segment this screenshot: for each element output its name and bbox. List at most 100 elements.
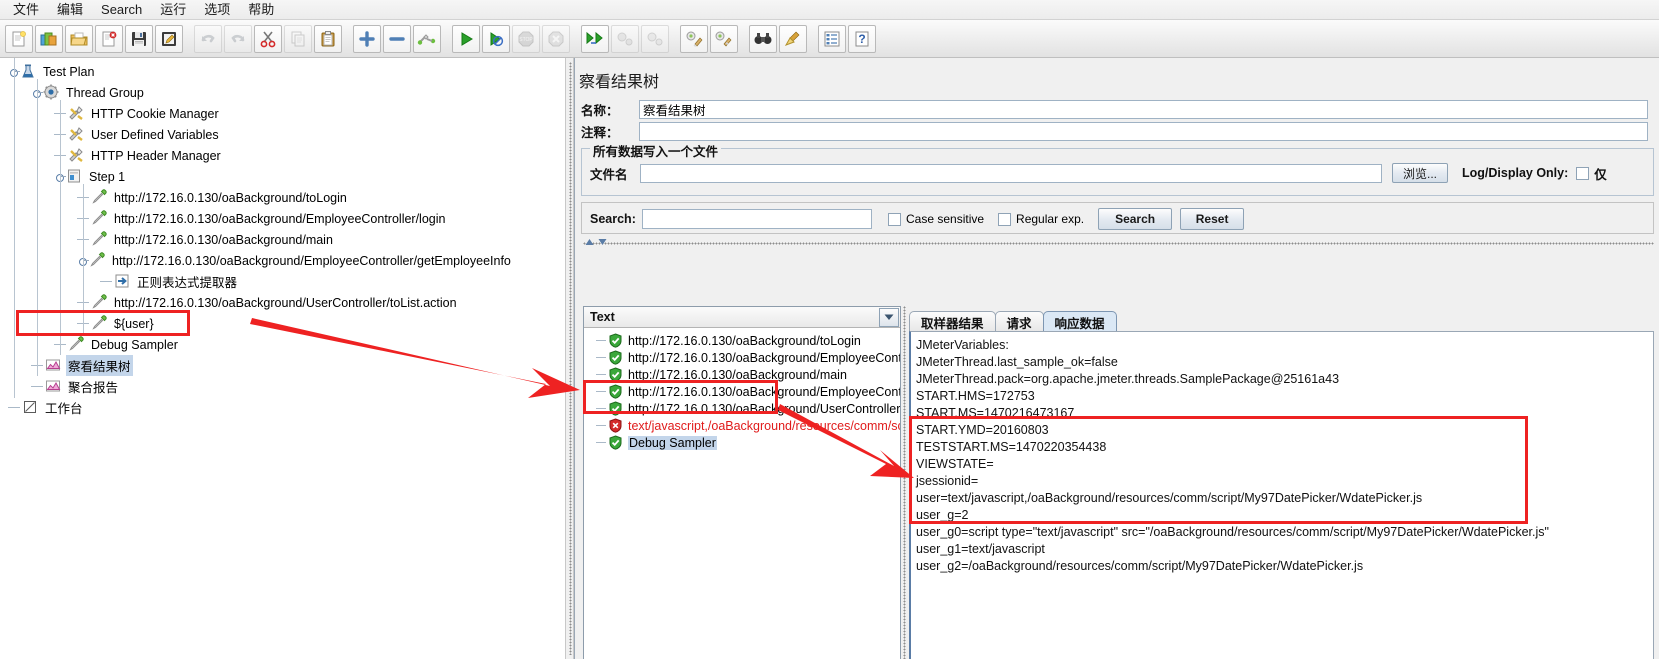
- stop-icon[interactable]: STOP: [512, 24, 540, 53]
- tree-expand-handle-icon[interactable]: [54, 172, 66, 182]
- browse-button[interactable]: 浏览...: [1392, 163, 1448, 183]
- shutdown-icon[interactable]: [542, 24, 570, 53]
- menu-search[interactable]: Search: [92, 1, 151, 19]
- tree-node[interactable]: 工作台: [0, 397, 565, 418]
- tree-node[interactable]: 聚合报告: [0, 376, 565, 397]
- tree-node[interactable]: User Defined Variables: [0, 124, 565, 145]
- result-row[interactable]: http://172.16.0.130/oaBackground/main: [584, 366, 900, 383]
- results-list-panel[interactable]: Text http://172.16.0.130/oaBackground/to…: [583, 306, 901, 659]
- results-list[interactable]: http://172.16.0.130/oaBackground/toLogin…: [584, 328, 900, 451]
- remote-shutdown-all-icon[interactable]: [641, 24, 669, 53]
- splitter-collapse-arrows[interactable]: [584, 238, 608, 246]
- errors-only-checkbox[interactable]: [1576, 166, 1590, 180]
- result-row-label: http://172.16.0.130/oaBackground/Employe…: [628, 384, 901, 399]
- config-element-icon: [68, 105, 85, 122]
- result-row-label: text/javascript,/oaBackground/resources/…: [628, 418, 900, 433]
- tree-node[interactable]: Step 1: [0, 166, 565, 187]
- toggle-icon[interactable]: [413, 24, 441, 53]
- copy-icon[interactable]: [284, 24, 312, 53]
- save-as-icon[interactable]: [155, 24, 183, 53]
- menu-help[interactable]: 帮助: [239, 1, 283, 19]
- main-vertical-splitter[interactable]: [565, 58, 574, 659]
- results-horizontal-splitter[interactable]: [583, 242, 1654, 245]
- undo-icon[interactable]: [194, 24, 222, 53]
- success-shield-icon: [608, 401, 623, 416]
- regular-exp-label: Regular exp.: [1016, 212, 1085, 226]
- result-row[interactable]: text/javascript,/oaBackground/resources/…: [584, 417, 900, 434]
- tree-node[interactable]: HTTP Cookie Manager: [0, 103, 565, 124]
- result-row[interactable]: http://172.16.0.130/oaBackground/Employe…: [584, 349, 900, 366]
- chevron-down-icon[interactable]: [879, 307, 899, 327]
- tree-node[interactable]: Test Plan: [0, 61, 565, 82]
- case-sensitive-checkbox[interactable]: [888, 212, 901, 226]
- write-all-data-to-file-label: 所有数据写入一个文件: [590, 141, 722, 160]
- error-shield-icon: [608, 418, 623, 433]
- search-input[interactable]: [642, 209, 872, 229]
- page-title: 察看结果树: [579, 74, 660, 91]
- comment-input[interactable]: [639, 122, 1648, 141]
- tree-node[interactable]: http://172.16.0.130/oaBackground/Employe…: [0, 250, 565, 271]
- success-shield-icon: [608, 384, 623, 399]
- help-icon[interactable]: ?: [848, 24, 876, 53]
- tree-node[interactable]: ${user}: [0, 313, 565, 334]
- menu-edit[interactable]: 编辑: [48, 1, 92, 19]
- filename-input[interactable]: [640, 163, 1382, 183]
- tree-expand-handle-icon[interactable]: [8, 67, 20, 77]
- regular-exp-checkbox[interactable]: [998, 212, 1012, 226]
- tree-node[interactable]: HTTP Header Manager: [0, 145, 565, 166]
- http-sampler-icon: [91, 315, 108, 332]
- clear-all-icon[interactable]: [710, 24, 738, 53]
- test-plan-tree-pane[interactable]: Test Plan Thread Group HTTP Cookie Manager…: [0, 58, 565, 659]
- tree-node[interactable]: Thread Group: [0, 82, 565, 103]
- result-row[interactable]: http://172.16.0.130/oaBackground/Employe…: [584, 383, 900, 400]
- paste-icon[interactable]: [314, 24, 342, 53]
- cut-icon[interactable]: [254, 24, 282, 53]
- result-tab[interactable]: 请求: [994, 311, 1044, 332]
- result-tabs[interactable]: 取样器结果 请求 响应数据: [909, 310, 1117, 332]
- render-selector-combo[interactable]: Text: [584, 307, 900, 328]
- tree-node[interactable]: http://172.16.0.130/oaBackground/main: [0, 229, 565, 250]
- menu-file[interactable]: 文件: [4, 1, 48, 19]
- result-tab[interactable]: 取样器结果: [909, 311, 996, 332]
- test-plan-tree[interactable]: Test Plan Thread Group HTTP Cookie Manager…: [0, 58, 565, 418]
- search-button[interactable]: Search: [1098, 208, 1173, 230]
- start-no-pauses-icon[interactable]: [482, 24, 510, 53]
- start-icon[interactable]: [452, 24, 480, 53]
- save-icon[interactable]: [125, 24, 153, 53]
- menu-options[interactable]: 选项: [195, 1, 239, 19]
- tree-node[interactable]: Debug Sampler: [0, 334, 565, 355]
- templates-icon[interactable]: [35, 24, 63, 53]
- remote-start-all-icon[interactable]: [581, 24, 609, 53]
- search-reset-broom-icon[interactable]: [779, 24, 807, 53]
- errors-only-label: 仅: [1594, 167, 1607, 182]
- reset-button[interactable]: Reset: [1180, 208, 1245, 230]
- search-binoculars-icon[interactable]: [749, 24, 777, 53]
- tree-expand-handle-icon[interactable]: [77, 256, 89, 266]
- tree-node[interactable]: http://172.16.0.130/oaBackground/UserCon…: [0, 292, 565, 313]
- results-vertical-splitter[interactable]: [903, 306, 906, 659]
- menu-run[interactable]: 运行: [151, 1, 195, 19]
- clear-icon[interactable]: [680, 24, 708, 53]
- redo-icon[interactable]: [224, 24, 252, 53]
- result-row[interactable]: http://172.16.0.130/oaBackground/UserCon…: [584, 400, 900, 417]
- tree-node[interactable]: 正则表达式提取器: [0, 271, 565, 292]
- response-data-view[interactable]: JMeterVariables: JMeterThread.last_sample…: [909, 331, 1654, 659]
- tree-node[interactable]: http://172.16.0.130/oaBackground/toLogin: [0, 187, 565, 208]
- response-line: TESTSTART.MS=1470220354438: [916, 440, 1107, 454]
- collapse-all-icon[interactable]: [383, 24, 411, 53]
- http-sampler-icon: [89, 252, 106, 269]
- open-folder-icon[interactable]: [65, 24, 93, 53]
- expand-all-icon[interactable]: [353, 24, 381, 53]
- result-row[interactable]: http://172.16.0.130/oaBackground/toLogin: [584, 332, 900, 349]
- name-input[interactable]: 察看结果树: [639, 100, 1648, 119]
- close-document-icon[interactable]: [95, 24, 123, 53]
- result-row[interactable]: Debug Sampler: [584, 434, 900, 451]
- response-line: user_g1=text/javascript: [916, 542, 1045, 556]
- tree-node[interactable]: http://172.16.0.130/oaBackground/Employe…: [0, 208, 565, 229]
- tree-node[interactable]: 察看结果树: [0, 355, 565, 376]
- remote-stop-all-icon[interactable]: [611, 24, 639, 53]
- new-document-icon[interactable]: [5, 24, 33, 53]
- result-tab[interactable]: 响应数据: [1042, 311, 1117, 332]
- function-helper-icon[interactable]: [818, 24, 846, 53]
- tree-expand-handle-icon[interactable]: [31, 88, 43, 98]
